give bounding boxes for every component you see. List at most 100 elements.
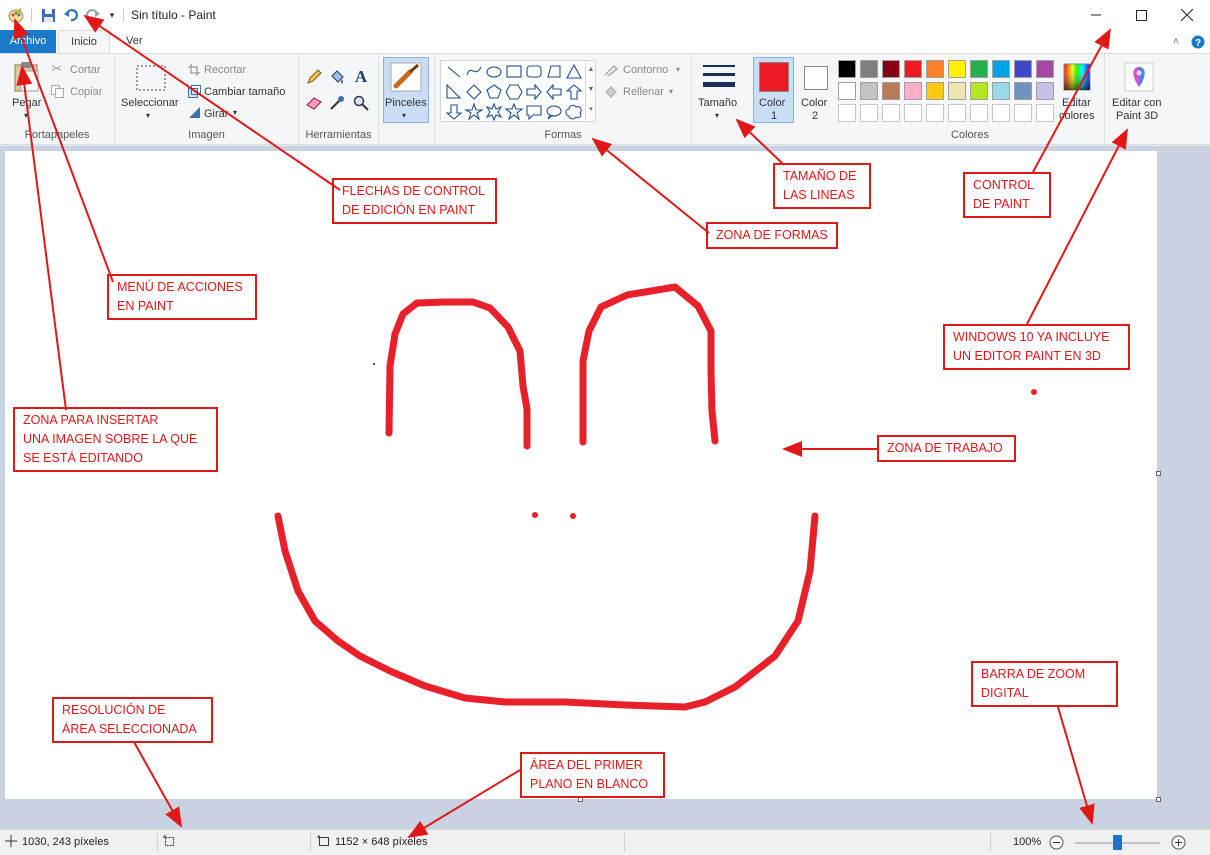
undo-icon[interactable]	[61, 5, 81, 25]
paint3d-label[interactable]: Editar con	[1112, 97, 1162, 109]
maximize-button[interactable]	[1118, 0, 1164, 30]
color2-number[interactable]: 2	[812, 110, 818, 122]
zoom-in-button[interactable]	[1171, 835, 1186, 853]
edit-colors-icon[interactable]	[1062, 62, 1092, 92]
fill-button[interactable]: Rellenar	[623, 86, 664, 98]
palette-swatch[interactable]	[882, 60, 900, 78]
select-icon[interactable]	[135, 64, 167, 92]
shapes-gallery-icons[interactable]	[441, 61, 595, 122]
palette-swatch[interactable]	[1014, 82, 1032, 100]
color-picker-icon[interactable]	[328, 94, 346, 112]
shape-option[interactable]	[546, 105, 562, 120]
shape-option[interactable]	[546, 83, 562, 101]
edit-colors-label-2[interactable]: colores	[1059, 110, 1094, 122]
tab-archivo[interactable]: Archivo	[0, 30, 56, 53]
customize-qa-chevron-icon[interactable]: ▾	[102, 5, 122, 25]
zoom-slider-thumb[interactable]	[1113, 835, 1122, 850]
shape-option[interactable]	[566, 63, 582, 79]
palette-swatch[interactable]	[1036, 82, 1054, 100]
palette-swatch[interactable]	[904, 60, 922, 78]
pencil-icon[interactable]	[305, 68, 323, 86]
size-chevron-icon[interactable]: ▾	[715, 111, 719, 120]
shape-option[interactable]	[445, 104, 463, 120]
palette-empty-swatch[interactable]	[1036, 104, 1054, 122]
shape-option[interactable]	[547, 65, 561, 78]
help-icon[interactable]: ?	[1188, 32, 1208, 52]
palette-swatch[interactable]	[1036, 60, 1054, 78]
resize-handle-corner[interactable]	[1156, 797, 1161, 802]
palette-swatch[interactable]	[926, 60, 944, 78]
fill-bucket-icon[interactable]	[328, 68, 346, 86]
shape-option[interactable]	[466, 66, 482, 76]
shape-option[interactable]	[526, 65, 542, 78]
paste-button[interactable]: Pegar	[12, 97, 41, 109]
color2-swatch[interactable]	[804, 66, 828, 90]
shape-option[interactable]	[447, 66, 461, 78]
brushes-chevron-icon[interactable]: ▾	[402, 111, 406, 120]
shape-option[interactable]	[486, 84, 502, 99]
palette-swatch[interactable]	[970, 60, 988, 78]
palette-swatch[interactable]	[948, 60, 966, 78]
palette-swatch[interactable]	[948, 82, 966, 100]
shape-option[interactable]	[466, 84, 482, 100]
shape-option[interactable]	[565, 84, 583, 100]
paste-icon[interactable]	[12, 60, 42, 94]
shape-option[interactable]	[565, 104, 582, 120]
size-lines-icon[interactable]	[702, 62, 736, 92]
cut-button[interactable]: Cortar	[70, 64, 101, 76]
shape-option[interactable]	[506, 65, 522, 78]
zoom-out-button[interactable]	[1049, 835, 1064, 853]
select-button[interactable]: Seleccionar	[121, 97, 178, 109]
rotate-button[interactable]: Girar	[204, 108, 228, 120]
paint3d-icon[interactable]	[1123, 61, 1155, 93]
shape-option[interactable]	[485, 102, 503, 122]
palette-empty-swatch[interactable]	[882, 104, 900, 122]
magnifier-icon[interactable]	[352, 94, 370, 112]
palette-swatch[interactable]	[860, 60, 878, 78]
palette-swatch[interactable]	[838, 60, 856, 78]
palette-swatch[interactable]	[970, 82, 988, 100]
close-button[interactable]	[1164, 0, 1210, 30]
palette-swatch[interactable]	[992, 60, 1010, 78]
palette-empty-swatch[interactable]	[926, 104, 944, 122]
palette-swatch[interactable]	[860, 82, 878, 100]
palette-swatch[interactable]	[992, 82, 1010, 100]
outline-chevron-icon[interactable]: ▾	[676, 65, 680, 74]
shape-option[interactable]	[505, 84, 523, 100]
redo-icon[interactable]	[83, 5, 103, 25]
outline-button[interactable]: Contorno	[623, 64, 668, 76]
palette-swatch[interactable]	[838, 82, 856, 100]
eraser-icon[interactable]	[305, 94, 323, 112]
minimize-button[interactable]	[1073, 0, 1119, 30]
size-button[interactable]: Tamaño	[698, 97, 737, 109]
collapse-ribbon-chevron-icon[interactable]: ˄	[1166, 32, 1186, 52]
shape-option[interactable]	[504, 102, 524, 121]
shape-option[interactable]	[526, 83, 542, 101]
shape-option[interactable]	[526, 105, 542, 121]
palette-empty-swatch[interactable]	[992, 104, 1010, 122]
resize-handle-right[interactable]	[1156, 471, 1161, 476]
shape-option[interactable]	[486, 66, 502, 78]
palette-empty-swatch[interactable]	[860, 104, 878, 122]
palette-empty-swatch[interactable]	[948, 104, 966, 122]
fill-chevron-icon[interactable]: ▾	[669, 87, 673, 96]
shape-option[interactable]	[464, 102, 484, 121]
tab-inicio[interactable]: Inicio	[58, 30, 110, 53]
paint3d-label-2[interactable]: Paint 3D	[1116, 110, 1158, 122]
copy-button[interactable]: Copiar	[70, 86, 102, 98]
palette-empty-swatch[interactable]	[970, 104, 988, 122]
rotate-chevron-icon[interactable]: ▾	[233, 108, 237, 117]
crop-button[interactable]: Recortar	[204, 64, 246, 76]
tab-ver[interactable]: Ver	[118, 30, 151, 53]
palette-swatch[interactable]	[904, 82, 922, 100]
palette-swatch[interactable]	[882, 82, 900, 100]
save-icon[interactable]	[38, 5, 58, 25]
palette-empty-swatch[interactable]	[1014, 104, 1032, 122]
paint-app-icon[interactable]	[6, 5, 26, 25]
shapes-scroll[interactable]: ▲ ▼ ▾	[585, 60, 596, 122]
palette-swatch[interactable]	[1014, 60, 1032, 78]
paste-chevron-icon[interactable]: ▾	[24, 111, 28, 120]
palette-empty-swatch[interactable]	[838, 104, 856, 122]
color2-label[interactable]: Color	[801, 97, 827, 109]
palette-swatch[interactable]	[926, 82, 944, 100]
